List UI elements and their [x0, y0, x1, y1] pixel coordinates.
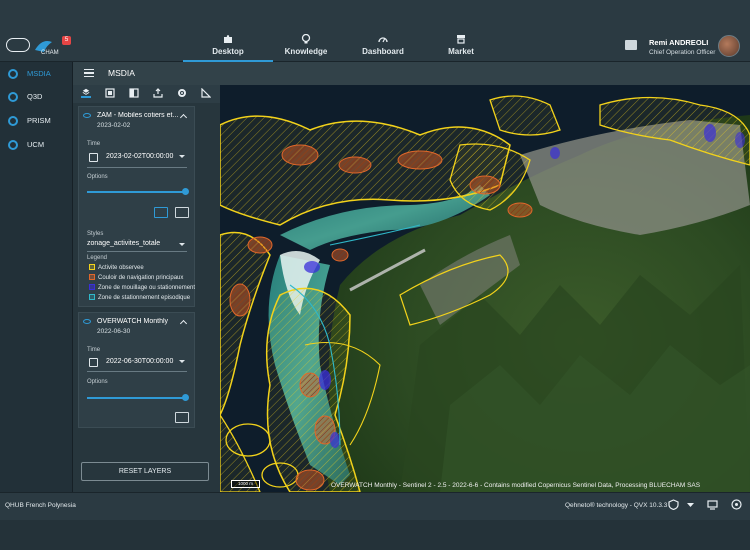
nav-market-label: Market	[448, 47, 474, 56]
chevron-down-icon[interactable]	[179, 360, 185, 363]
layer-date: 2022-06-30	[97, 328, 131, 335]
shield-icon[interactable]	[668, 499, 679, 510]
sidebar-item-label: MSDIA	[27, 69, 51, 78]
sidebar-item-ucm[interactable]: UCM	[0, 135, 73, 155]
sidebar-item-prism[interactable]: PRISM	[0, 111, 73, 131]
eye-icon[interactable]	[83, 319, 91, 324]
user-role: Chief Operation Officer	[649, 49, 716, 56]
notification-badge[interactable]: 5	[62, 36, 71, 45]
globe-icon	[8, 69, 18, 79]
nav-desktop-label: Desktop	[212, 47, 244, 56]
layer-date: 2023-02-02	[97, 122, 131, 129]
gear-icon[interactable]	[177, 88, 187, 98]
store-icon	[457, 35, 465, 44]
sidebar-item-label: PRISM	[27, 116, 51, 125]
sidebar-item-msdia[interactable]: MSDIA	[0, 64, 73, 84]
layers-icon[interactable]	[81, 88, 91, 98]
scale-bar: 1000 m	[231, 480, 260, 488]
legend-item-episodic: Zone de stationnement episodique	[89, 294, 190, 301]
time-label: Time	[87, 347, 101, 353]
gallery-icon[interactable]	[105, 88, 115, 98]
technology-label: Qehneto® technology - QVX 10.3.3	[565, 502, 668, 509]
logo-text: CHAM	[41, 50, 59, 56]
page-footer	[0, 520, 750, 550]
opacity-slider-handle[interactable]	[182, 188, 189, 195]
layer-title: OVERWATCH Monthly	[97, 318, 169, 325]
chevron-down-icon[interactable]	[179, 155, 185, 158]
chat-icon[interactable]	[625, 40, 637, 50]
time-value[interactable]: 2022-06-30T00:00:00	[106, 358, 173, 365]
nav-desktop[interactable]: Desktop	[183, 34, 273, 62]
nav-dashboard-label: Dashboard	[362, 47, 404, 56]
menu-icon[interactable]	[84, 69, 94, 77]
delete-layer-button[interactable]	[175, 412, 189, 423]
options-label: Options	[87, 174, 108, 180]
time-underline	[87, 371, 187, 372]
styles-underline	[87, 251, 187, 252]
support-icon[interactable]	[731, 499, 742, 510]
radar-icon	[8, 116, 18, 126]
bluecham-logo: CHAM	[35, 41, 59, 56]
opacity-slider[interactable]	[87, 191, 185, 193]
avatar[interactable]	[718, 35, 740, 57]
lightbulb-icon	[301, 34, 311, 44]
opacity-slider-handle[interactable]	[182, 394, 189, 401]
map-attribution: OVERWATCH Monthly - Sentinel 2 - 2.5 - 2…	[331, 482, 701, 489]
legend-label: Legend	[87, 255, 108, 261]
chevron-down-icon[interactable]	[685, 499, 696, 510]
qhub-logo[interactable]	[6, 38, 30, 52]
options-label: Options	[87, 379, 108, 385]
target-icon	[8, 140, 18, 150]
time-label: Time	[87, 141, 101, 147]
layer-title: ZAM - Mobiles cotiers et...	[97, 112, 179, 119]
orbit-icon	[8, 92, 18, 102]
sidebar-item-q3d[interactable]: Q3D	[0, 87, 73, 107]
styles-value[interactable]: zonage_activites_totale	[87, 240, 160, 247]
legend-item-navigation: Couloir de navigation principaux	[89, 274, 183, 281]
satellite-map[interactable]	[220, 85, 750, 492]
sidebar-item-label: Q3D	[27, 92, 43, 101]
compare-icon[interactable]	[129, 88, 139, 98]
time-underline	[87, 167, 187, 168]
chevron-up-icon[interactable]	[179, 113, 188, 122]
nav-market[interactable]: Market	[416, 34, 506, 62]
delete-layer-button[interactable]	[175, 207, 189, 218]
chevron-up-icon[interactable]	[179, 319, 188, 328]
eye-icon[interactable]	[83, 113, 91, 118]
layer-card-overwatch: OVERWATCH Monthly 2022-06-30 Time 2022-0…	[78, 312, 195, 428]
measure-icon[interactable]	[201, 88, 211, 98]
sidebar-item-label: UCM	[27, 140, 45, 149]
speedometer-icon	[378, 37, 388, 43]
time-value[interactable]: 2023-02-02T00:00:00	[106, 153, 173, 160]
opacity-slider[interactable]	[87, 397, 185, 399]
legend-item-activity: Activite observee	[89, 264, 144, 271]
styles-label: Styles	[87, 231, 104, 237]
calendar-icon[interactable]	[89, 358, 98, 367]
chevron-down-icon[interactable]	[179, 243, 185, 246]
map-view[interactable]	[220, 85, 750, 492]
nav-dashboard[interactable]: Dashboard	[338, 34, 428, 62]
screen-share-icon[interactable]	[707, 499, 718, 510]
panel-title: MSDIA	[108, 68, 135, 78]
zoom-to-layer-button[interactable]	[154, 207, 168, 218]
panel-toolbar	[73, 85, 220, 103]
legend-item-mooring: Zone de mouillage ou stationnement	[89, 284, 195, 291]
puzzle-icon	[224, 35, 232, 43]
calendar-icon[interactable]	[89, 153, 98, 162]
reset-layers-button[interactable]: RESET LAYERS	[81, 462, 209, 481]
organization-label: QHUB French Polynesia	[5, 502, 76, 509]
layer-card-zam: ZAM - Mobiles cotiers et... 2023-02-02 T…	[78, 106, 195, 307]
panel-header	[73, 62, 750, 85]
user-name: Remi ANDREOLI	[649, 38, 709, 47]
export-icon[interactable]	[153, 88, 163, 98]
